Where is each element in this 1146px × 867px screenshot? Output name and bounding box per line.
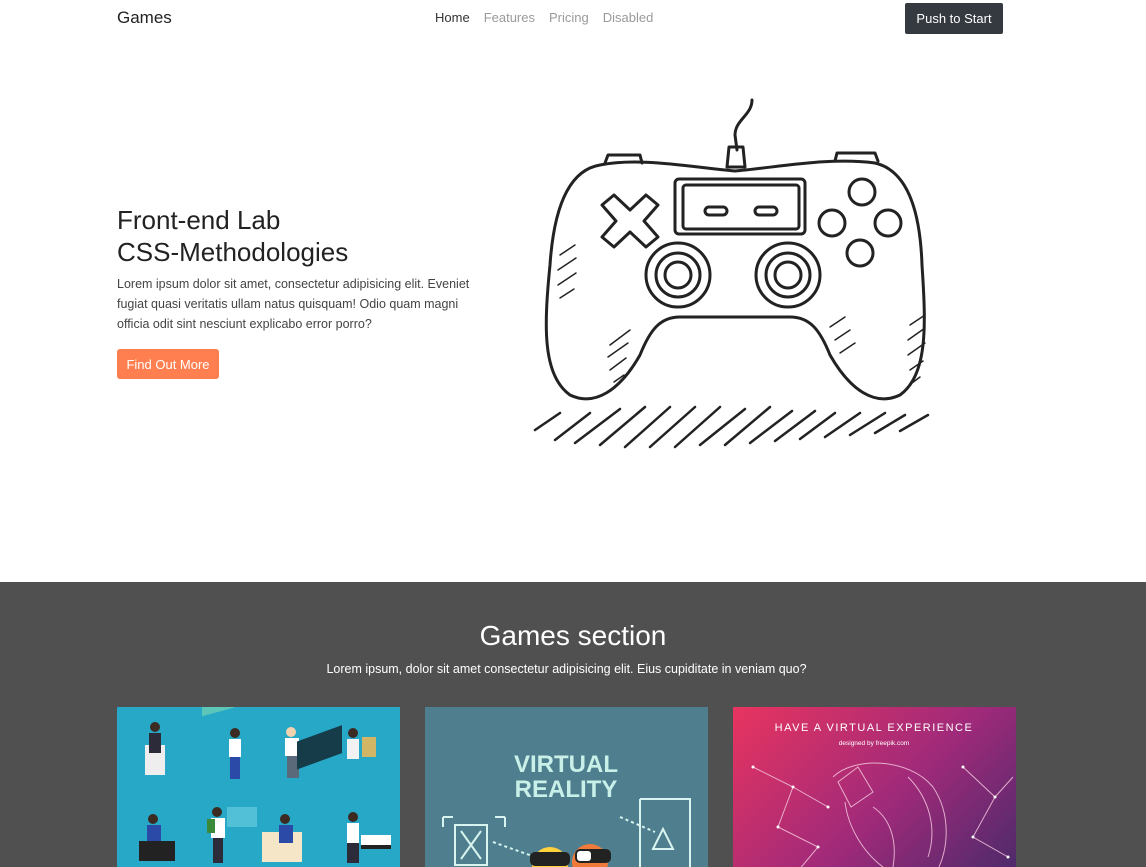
- games-section: Games section Lorem ipsum, dolor sit ame…: [0, 582, 1146, 867]
- push-to-start-button[interactable]: Push to Start: [905, 3, 1003, 34]
- navbar: Games Home Features Pricing Disabled Pus…: [0, 0, 1146, 36]
- game-card-1[interactable]: [117, 707, 400, 867]
- nav-link-pricing[interactable]: Pricing: [549, 10, 589, 25]
- game-card-2[interactable]: VIRTUAL REALITY: [425, 707, 708, 867]
- virtual-reality-icon: VIRTUAL REALITY: [442, 751, 691, 867]
- vr-text-line2: REALITY: [515, 776, 618, 803]
- freepik-credit-text: designed by freepik.com: [839, 740, 909, 747]
- hero-title-line1: Front-end Lab: [117, 205, 281, 235]
- find-out-more-button[interactable]: Find Out More: [117, 349, 219, 379]
- nav-link-home[interactable]: Home: [435, 10, 470, 25]
- nav-link-features[interactable]: Features: [484, 10, 535, 25]
- gamepad-sketch-icon: [533, 98, 930, 449]
- games-section-title: Games section: [479, 620, 667, 651]
- experience-text: HAVE A VIRTUAL EXPERIENCE: [775, 722, 974, 734]
- hero-description: Lorem ipsum dolor sit amet, consectetur …: [117, 277, 470, 331]
- vr-text-line1: VIRTUAL: [514, 751, 618, 778]
- nav-link-disabled: Disabled: [602, 10, 654, 25]
- hero-title-line2: CSS-Methodologies: [117, 237, 349, 267]
- games-section-subtitle: Lorem ipsum, dolor sit amet consectetur …: [326, 662, 807, 676]
- isometric-people-icon: [139, 707, 391, 863]
- brand-logo[interactable]: Games: [117, 8, 172, 28]
- vr-headset-woman-icon: HAVE A VIRTUAL EXPERIENCE designed by fr…: [751, 722, 1014, 867]
- game-card-3[interactable]: HAVE A VIRTUAL EXPERIENCE designed by fr…: [733, 707, 1016, 867]
- nav-links: Home Features Pricing Disabled: [435, 10, 653, 25]
- hero-title: Front-end Lab CSS-Methodologies: [117, 204, 497, 268]
